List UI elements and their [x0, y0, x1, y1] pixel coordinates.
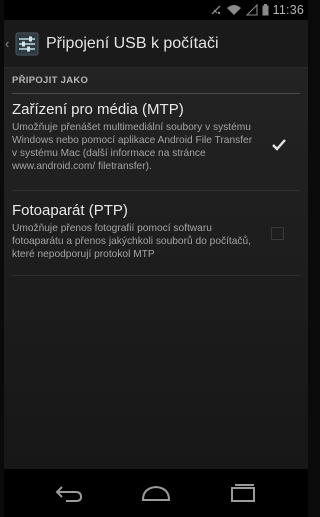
option-title: Fotoaparát (PTP) — [12, 202, 128, 219]
home-icon[interactable] — [136, 478, 176, 508]
divider — [12, 190, 300, 191]
page-title: Připojení USB k počítači — [46, 34, 219, 52]
preferences-list: PŘIPOJIT JAKO Zařízení pro média (MTP) U… — [4, 68, 308, 469]
checkmark-icon — [272, 139, 286, 151]
option-title: Zařízení pro média (MTP) — [12, 101, 184, 118]
section-header: PŘIPOJIT JAKO — [12, 68, 300, 94]
wifi-icon — [226, 4, 242, 16]
navigation-bar — [4, 469, 308, 517]
mtp-checkbox[interactable] — [271, 138, 286, 151]
screen: 11:36 ‹ Připojení USB k počítači PŘIPOJI… — [0, 0, 312, 517]
status-bar: 11:36 — [4, 0, 308, 20]
option-ptp[interactable]: Fotoaparát (PTP) Umožňuje přenos fotogra… — [4, 201, 308, 261]
battery-icon — [262, 4, 269, 16]
ptp-checkbox[interactable] — [271, 227, 284, 240]
cell-signal-icon — [245, 4, 258, 16]
signal-blocked-icon — [210, 4, 222, 16]
back-icon[interactable] — [49, 478, 89, 508]
action-bar: ‹ Připojení USB k počítači — [4, 20, 308, 68]
divider — [12, 275, 300, 276]
option-mtp[interactable]: Zařízení pro média (MTP) Umožňuje přenáš… — [4, 100, 308, 173]
option-summary: Umožňuje přenášet multimediální soubory … — [12, 122, 253, 172]
settings-app-icon[interactable] — [15, 32, 39, 56]
chevron-left-icon[interactable]: ‹ — [5, 36, 13, 51]
status-time: 11:36 — [272, 3, 304, 17]
recent-apps-icon[interactable] — [223, 478, 263, 508]
option-summary: Umožňuje přenos fotografií pomocí softwa… — [12, 223, 251, 260]
